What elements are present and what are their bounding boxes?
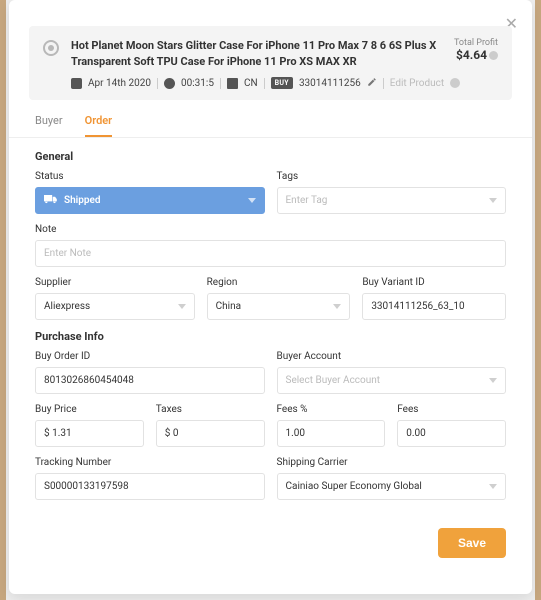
note-input[interactable]: Enter Note bbox=[35, 240, 506, 267]
product-title: Hot Planet Moon Stars Glitter Case For i… bbox=[71, 38, 498, 70]
tabs: Buyer Order bbox=[9, 100, 532, 138]
calendar-icon bbox=[71, 78, 82, 89]
order-modal: ✕ Hot Planet Moon Stars Glitter Case For… bbox=[9, 0, 532, 594]
help-icon[interactable] bbox=[489, 51, 498, 60]
buy-price-input[interactable]: $ 1.31 bbox=[35, 420, 144, 447]
pencil-icon[interactable] bbox=[367, 77, 377, 90]
fees-input[interactable]: 0.00 bbox=[397, 420, 506, 447]
chevron-down-icon bbox=[489, 378, 497, 383]
chevron-down-icon bbox=[489, 198, 497, 203]
order-date: Apr 14th 2020 bbox=[88, 78, 151, 89]
edit-product-link[interactable]: Edit Product bbox=[390, 78, 444, 89]
truck-icon bbox=[44, 195, 58, 205]
record-icon bbox=[43, 40, 59, 56]
clock-icon bbox=[164, 78, 175, 89]
section-purchase-info: Purchase Info bbox=[35, 330, 506, 343]
status-select[interactable]: Shipped bbox=[35, 187, 265, 214]
buy-order-id-input[interactable]: 8013026860454048 bbox=[35, 367, 265, 394]
buy-id: 33014111256 bbox=[299, 78, 361, 89]
help-icon[interactable] bbox=[450, 78, 460, 88]
buyer-account-select[interactable]: Select Buyer Account bbox=[277, 367, 507, 394]
country-flag-icon bbox=[227, 78, 238, 89]
order-time: 00:31:5 bbox=[181, 78, 214, 89]
chevron-down-icon bbox=[489, 484, 497, 489]
section-general: General bbox=[35, 150, 506, 163]
order-header: Hot Planet Moon Stars Glitter Case For i… bbox=[29, 26, 512, 100]
chevron-down-icon bbox=[178, 304, 186, 309]
total-profit: Total Profit $4.64 bbox=[454, 38, 498, 62]
order-meta: Apr 14th 2020 00:31:5 CN BUY 33014111256… bbox=[71, 77, 498, 90]
region-select[interactable]: China bbox=[207, 293, 351, 320]
buy-variant-input[interactable]: 33014111256_63_10 bbox=[362, 293, 506, 320]
tab-buyer[interactable]: Buyer bbox=[35, 114, 63, 137]
tracking-number-input[interactable]: S00000133197598 bbox=[35, 473, 265, 500]
chevron-down-icon bbox=[248, 198, 256, 203]
shipping-carrier-select[interactable]: Cainiao Super Economy Global bbox=[277, 473, 507, 500]
order-country: CN bbox=[244, 78, 258, 89]
chevron-down-icon bbox=[333, 304, 341, 309]
buy-badge: BUY bbox=[271, 77, 293, 89]
tags-select[interactable]: Enter Tag bbox=[277, 187, 507, 214]
taxes-input[interactable]: $ 0 bbox=[156, 420, 265, 447]
fees-pct-input[interactable]: 1.00 bbox=[277, 420, 386, 447]
tab-order[interactable]: Order bbox=[85, 114, 113, 137]
supplier-select[interactable]: Aliexpress bbox=[35, 293, 195, 320]
save-button[interactable]: Save bbox=[438, 528, 506, 558]
